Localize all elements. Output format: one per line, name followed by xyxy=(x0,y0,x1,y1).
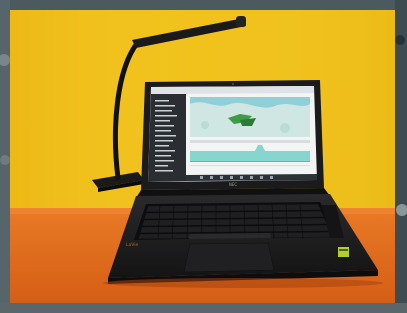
laptop-sticker xyxy=(338,247,349,257)
screen-map xyxy=(190,97,310,137)
laptop-screen xyxy=(148,86,317,182)
keyboard-brand-text: LaVie xyxy=(126,242,138,248)
laptop-shadow xyxy=(103,278,383,288)
laptop-brand-badge: NEC xyxy=(229,182,238,187)
photo-scene: NEC LaVie xyxy=(0,0,407,313)
laptop-keyboard xyxy=(134,202,344,240)
screen-sidebar xyxy=(148,94,186,182)
laptop-touchpad xyxy=(183,242,275,273)
